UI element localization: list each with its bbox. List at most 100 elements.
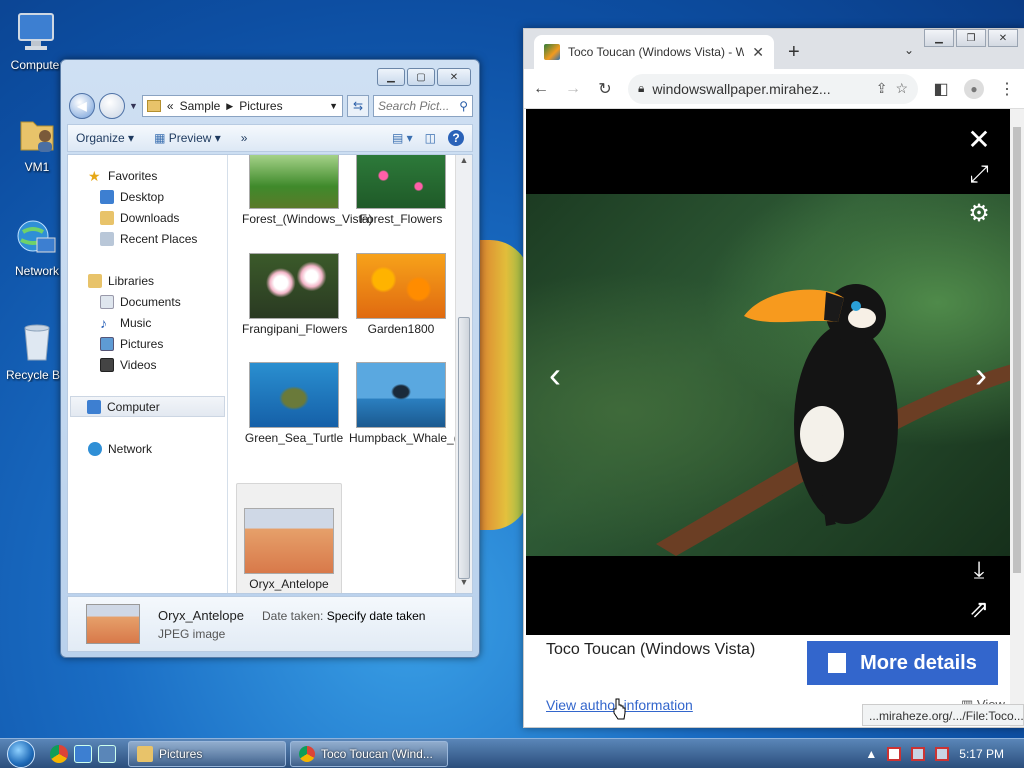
- explorer-navbar: ◀ ▼ « Sample ▶ Pictures ▼ ⇆ Search Pict.…: [69, 92, 473, 120]
- show-desktop-icon[interactable]: [74, 744, 92, 763]
- music-icon: ♪: [100, 314, 107, 331]
- tab-search-chevron-icon[interactable]: ⌄: [904, 43, 914, 57]
- back-button[interactable]: ◀: [69, 93, 95, 119]
- minimize-button[interactable]: ▁: [377, 68, 405, 86]
- volume-icon[interactable]: [935, 746, 950, 761]
- switch-windows-icon[interactable]: [98, 744, 116, 763]
- more-details-button[interactable]: More details: [807, 641, 998, 685]
- close-button[interactable]: ✕: [437, 68, 471, 86]
- network-status-icon[interactable]: [911, 746, 926, 761]
- preview-button[interactable]: ▦ Preview ▾: [154, 131, 221, 145]
- new-tab-button[interactable]: +: [788, 41, 800, 64]
- file-tile[interactable]: Forest_(Windows_Vista): [242, 155, 373, 227]
- minimize-button[interactable]: ▁: [924, 29, 954, 47]
- toucan-illustration: [656, 284, 1010, 556]
- taskbar-item-chrome[interactable]: Toco Toucan (Wind...: [290, 740, 448, 767]
- date-taken-value[interactable]: Specify date taken: [327, 609, 426, 623]
- scroll-up-icon[interactable]: ▲: [456, 155, 472, 171]
- organize-button[interactable]: Organize ▾: [76, 131, 134, 145]
- nav-network[interactable]: Network: [68, 438, 227, 459]
- address-dropdown-icon[interactable]: ▼: [329, 101, 338, 111]
- help-icon[interactable]: ?: [448, 130, 464, 146]
- show-hidden-icons-icon[interactable]: ▲: [865, 747, 877, 761]
- browser-tab[interactable]: Toco Toucan (Windows Vista) - W ✕: [534, 35, 774, 69]
- file-tile-selected[interactable]: Oryx_Antelope: [236, 483, 342, 593]
- nav-downloads[interactable]: Downloads: [68, 207, 227, 228]
- previous-image-icon[interactable]: ‹: [540, 354, 570, 396]
- desktop-icon-vm1[interactable]: VM1: [6, 112, 68, 174]
- nav-favorites[interactable]: ★ Favorites: [68, 165, 227, 186]
- chrome-window: Toco Toucan (Windows Vista) - W ✕ + ⌄ ▁ …: [523, 28, 1024, 728]
- desktop-icon-network[interactable]: Network: [6, 216, 68, 278]
- profile-avatar-icon[interactable]: ●: [964, 78, 984, 99]
- desktop-icon-label: Recycle Bin: [6, 368, 68, 382]
- action-center-icon[interactable]: [887, 746, 902, 761]
- documents-icon: [100, 294, 114, 309]
- side-panel-icon[interactable]: ◧: [932, 79, 950, 99]
- search-input[interactable]: Search Pict... ⚲: [373, 95, 473, 117]
- file-list-scrollbar[interactable]: ▲ ▼: [455, 155, 472, 593]
- forward-arrow-icon[interactable]: →: [564, 80, 582, 98]
- thumbnail-sea-turtle: [249, 362, 339, 428]
- scrollbar-thumb[interactable]: [1013, 127, 1021, 573]
- nav-documents[interactable]: Documents: [68, 291, 227, 312]
- breadcrumb-overflow[interactable]: «: [167, 99, 174, 113]
- change-view-icon[interactable]: ▤ ▾: [392, 131, 413, 145]
- file-tile[interactable]: Forest_Flowers: [349, 155, 453, 227]
- breadcrumb-separator-icon: ▶: [226, 100, 234, 111]
- nav-music[interactable]: ♪ Music: [68, 312, 227, 333]
- recent-pages-chevron-icon[interactable]: ▼: [129, 101, 138, 111]
- link-status-bubble: ...miraheze.org/.../File:Toco...: [862, 704, 1024, 726]
- preview-pane-icon[interactable]: ◫: [425, 131, 436, 145]
- tab-title: Toco Toucan (Windows Vista) - W: [568, 45, 745, 59]
- file-tile[interactable]: Garden1800: [349, 253, 453, 337]
- close-viewer-icon[interactable]: ✕: [964, 123, 994, 156]
- search-icon: ⚲: [459, 99, 468, 113]
- page-scrollbar[interactable]: [1010, 109, 1024, 727]
- nav-pictures[interactable]: Pictures: [68, 333, 227, 354]
- desktop-icon-recycle-bin[interactable]: Recycle Bin: [6, 320, 68, 382]
- forward-button[interactable]: [99, 93, 125, 119]
- next-image-icon[interactable]: ›: [966, 354, 996, 396]
- nav-computer[interactable]: Computer: [70, 396, 225, 417]
- file-tile[interactable]: Frangipani_Flowers: [242, 253, 347, 337]
- nav-recent-places[interactable]: Recent Places: [68, 228, 227, 249]
- scroll-down-icon[interactable]: ▼: [456, 577, 472, 593]
- breadcrumb-sample[interactable]: Sample: [180, 99, 221, 113]
- breadcrumb-pictures[interactable]: Pictures: [239, 99, 282, 113]
- file-tile[interactable]: Green_Sea_Turtle: [242, 362, 346, 446]
- expand-icon[interactable]: ⤢: [964, 161, 994, 189]
- taskbar-item-pictures[interactable]: Pictures: [128, 740, 286, 767]
- close-button[interactable]: ✕: [988, 29, 1018, 47]
- maximize-button[interactable]: ▢: [407, 68, 435, 86]
- bookmark-star-icon[interactable]: ☆: [895, 80, 908, 97]
- folder-icon: [137, 745, 153, 762]
- menu-kebab-icon[interactable]: ⋮: [998, 79, 1016, 99]
- thumbnail-humpback-whale: [356, 362, 446, 428]
- chrome-icon[interactable]: [50, 744, 68, 763]
- share-icon[interactable]: ⇗: [964, 595, 994, 624]
- nav-videos[interactable]: Videos: [68, 354, 227, 375]
- address-bar[interactable]: 🔒︎ windowswallpaper.mirahez... ⇪ ☆: [628, 73, 918, 104]
- tab-close-icon[interactable]: ✕: [752, 44, 764, 61]
- navigation-pane: ★ Favorites Desktop Downloads Recent Plac…: [68, 155, 228, 593]
- desktop-icon-computer[interactable]: Computer: [6, 10, 68, 72]
- download-icon[interactable]: ⤓: [964, 557, 994, 585]
- nav-desktop[interactable]: Desktop: [68, 186, 227, 207]
- clock[interactable]: 5:17 PM: [959, 747, 1004, 761]
- scrollbar-thumb[interactable]: [458, 317, 470, 579]
- refresh-button[interactable]: ⇆: [347, 95, 369, 117]
- back-arrow-icon[interactable]: ←: [532, 80, 550, 98]
- settings-gear-icon[interactable]: ⚙: [964, 199, 994, 228]
- restore-button[interactable]: ❐: [956, 29, 986, 47]
- share-icon[interactable]: ⇪: [876, 80, 888, 97]
- reload-icon[interactable]: ↻: [596, 79, 614, 99]
- recycle-bin-icon: [15, 320, 59, 364]
- address-bar[interactable]: « Sample ▶ Pictures ▼: [141, 95, 343, 117]
- nav-libraries[interactable]: Libraries: [68, 270, 227, 291]
- more-commands-button[interactable]: »: [241, 131, 248, 145]
- start-button[interactable]: [0, 739, 42, 768]
- file-tile[interactable]: Humpback_Whale_(Windows_Vista): [349, 362, 455, 446]
- image-caption: Toco Toucan (Windows Vista): [546, 641, 756, 658]
